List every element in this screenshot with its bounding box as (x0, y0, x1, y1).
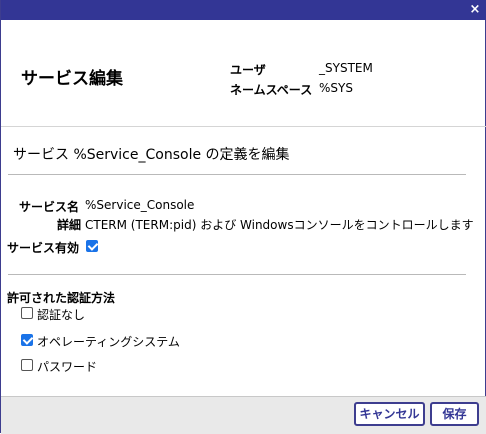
service-enabled-checkbox[interactable] (86, 240, 98, 252)
auth-password-checkbox[interactable] (21, 359, 33, 371)
auth-os-label: オペレーティングシステム (37, 335, 180, 349)
auth-none-checkbox[interactable] (21, 307, 33, 319)
service-enabled-label: サービス有効 (7, 241, 80, 255)
auth-password-label: パスワード (37, 360, 98, 374)
auth-none-label: 認証なし (37, 308, 86, 322)
section-divider-top (8, 174, 466, 175)
detail-value: CTERM (TERM:pid) および Windowsコンソールをコントロール… (85, 218, 474, 232)
user-value: _SYSTEM (319, 61, 373, 75)
service-edit-dialog: × サービス編集 ユーザ _SYSTEM ネームスペース %SYS サービス %… (0, 0, 486, 434)
service-name-value: %Service_Console (85, 198, 195, 212)
title-bar: × (1, 0, 486, 20)
namespace-value: %SYS (319, 81, 353, 95)
close-icon[interactable]: × (467, 0, 483, 20)
section-divider-bottom (8, 274, 466, 275)
header-divider (1, 126, 486, 127)
save-button[interactable]: 保存 (430, 402, 479, 426)
service-name-label: サービス名 (19, 200, 80, 214)
dialog-title: サービス編集 (21, 69, 123, 89)
form-subtitle: サービス %Service_Console の定義を編集 (13, 147, 290, 163)
namespace-label: ネームスペース (230, 83, 313, 97)
user-label: ユーザ (230, 63, 266, 77)
auth-os-checkbox[interactable] (21, 334, 33, 346)
auth-methods-title: 許可された認証方法 (7, 291, 116, 305)
detail-label: 詳細 (57, 218, 82, 232)
cancel-button[interactable]: キャンセル (354, 402, 425, 426)
